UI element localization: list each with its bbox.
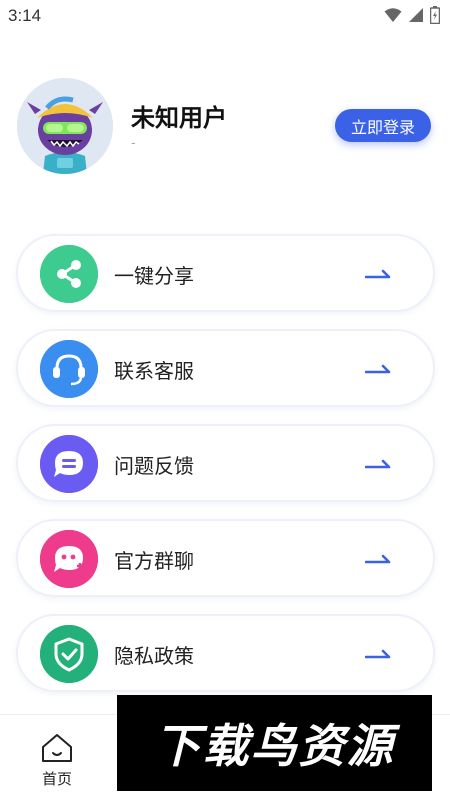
- menu-item-group-chat[interactable]: 官方群聊: [16, 519, 435, 597]
- menu-item-label: 一键分享: [114, 264, 194, 288]
- arrow-right-icon: [365, 554, 391, 564]
- battery-icon: [430, 6, 440, 24]
- shield-check-icon: [40, 625, 98, 683]
- feedback-icon: [40, 435, 98, 493]
- nav-home-label: 首页: [41, 770, 72, 788]
- status-bar: 3:14: [0, 0, 450, 32]
- headset-icon: [40, 340, 98, 398]
- signal-icon: [409, 8, 423, 22]
- menu-item-feedback[interactable]: 问题反馈: [16, 424, 435, 502]
- arrow-right-icon: [365, 459, 391, 469]
- monster-avatar-icon: [17, 78, 113, 174]
- username: 未知用户: [131, 104, 227, 132]
- menu-item-label: 联系客服: [114, 359, 194, 383]
- status-time: 3:14: [8, 6, 42, 25]
- menu-item-label: 官方群聊: [114, 549, 194, 573]
- home-icon: [42, 734, 72, 762]
- status-icons: [384, 6, 440, 24]
- arrow-right-icon: [365, 269, 391, 279]
- nav-home[interactable]: 首页: [36, 733, 78, 793]
- watermark-banner: 下载鸟资源: [117, 695, 432, 791]
- menu-item-customer-service[interactable]: 联系客服: [16, 329, 435, 407]
- menu-item-label: 问题反馈: [114, 454, 194, 478]
- group-chat-icon: [40, 530, 98, 588]
- watermark-text: 下载鸟资源: [154, 719, 395, 773]
- menu-item-share[interactable]: 一键分享: [16, 234, 435, 312]
- login-button[interactable]: 立即登录: [335, 109, 431, 142]
- wifi-icon: [384, 8, 402, 22]
- user-subtitle: -: [131, 136, 136, 151]
- menu-item-privacy-policy[interactable]: 隐私政策: [16, 614, 435, 692]
- menu-item-label: 隐私政策: [114, 644, 194, 668]
- arrow-right-icon: [365, 364, 391, 374]
- avatar[interactable]: [17, 78, 113, 174]
- arrow-right-icon: [365, 649, 391, 659]
- profile-header: 未知用户 - 立即登录: [0, 76, 450, 176]
- share-icon: [40, 245, 98, 303]
